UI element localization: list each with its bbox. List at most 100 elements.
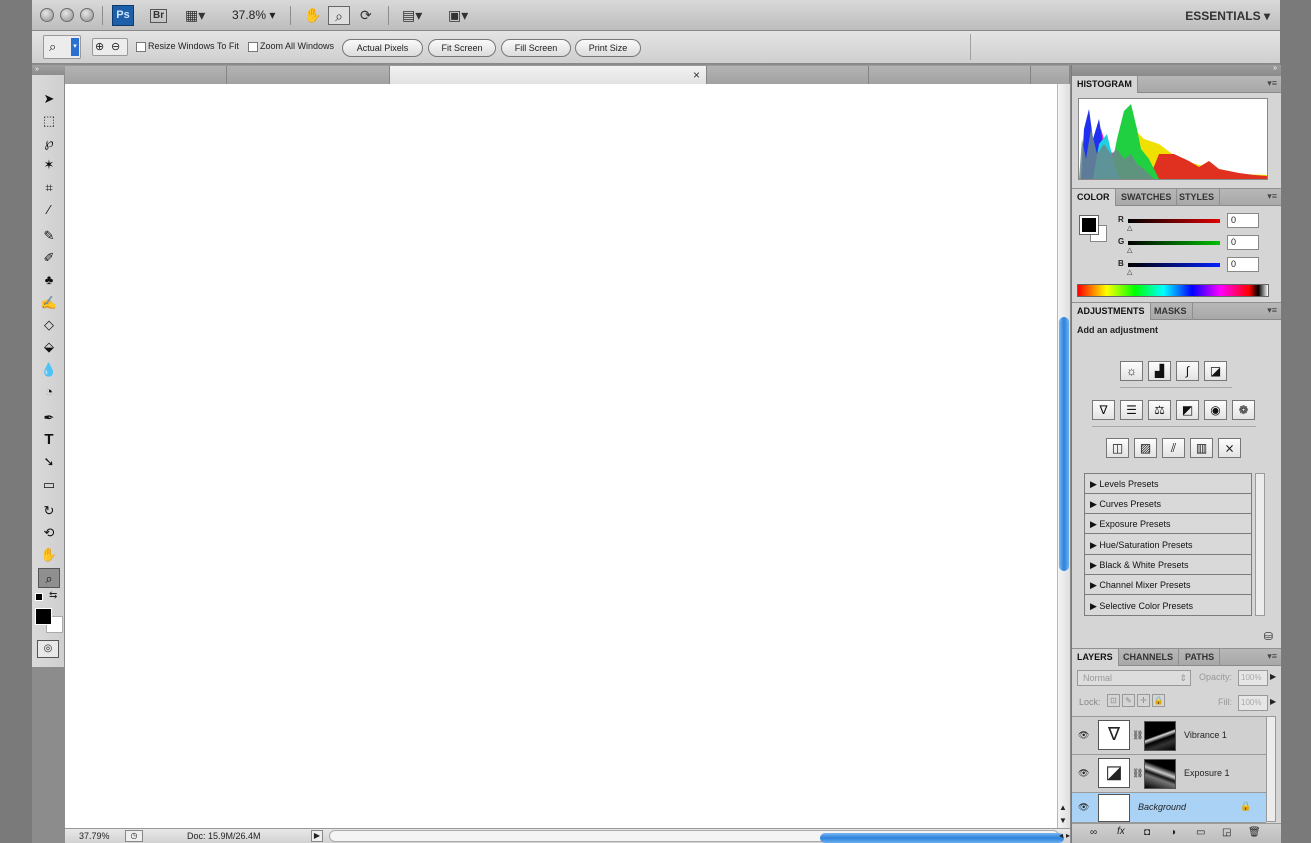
blue-value-input[interactable]: 0 (1227, 257, 1259, 272)
tab-channels[interactable]: CHANNELS (1118, 649, 1180, 666)
swap-colors-icon[interactable]: ⇆ (49, 590, 57, 601)
panel-menu-icon[interactable]: ▾≡ (1267, 651, 1277, 662)
red-slider-handle-icon[interactable]: △ (1127, 224, 1132, 232)
status-info-button[interactable]: ◷ (125, 830, 143, 842)
selective-color-button[interactable]: ⨯ (1218, 438, 1241, 458)
layer-name[interactable]: Exposure 1 (1184, 768, 1230, 778)
tab-adjustments[interactable]: ADJUSTMENTS (1072, 303, 1151, 320)
arrange-documents-button[interactable]: ▤▾ (402, 6, 422, 25)
fill-input[interactable]: 100% (1238, 695, 1268, 711)
panel-menu-icon[interactable]: ▾≡ (1267, 191, 1277, 202)
toolbox-header[interactable]: » (32, 65, 65, 75)
link-icon[interactable]: ⛓ (1132, 768, 1143, 779)
workspace-switcher[interactable]: ESSENTIALS ▾ (1185, 9, 1270, 23)
eraser-tool[interactable]: ◇ (38, 315, 60, 335)
layer-name[interactable]: Background (1138, 802, 1186, 812)
clone-stamp-tool[interactable]: ♣ (38, 270, 60, 290)
bridge-launch-button[interactable]: Br (150, 9, 168, 23)
move-tool[interactable]: ➤ (38, 89, 60, 109)
zoom-tool-button[interactable]: ⌕ (328, 6, 350, 25)
threshold-button[interactable]: ⫽ (1162, 438, 1185, 458)
red-slider[interactable] (1128, 219, 1220, 223)
document-tab[interactable] (707, 66, 869, 84)
exposure-button[interactable]: ◪ (1204, 361, 1227, 381)
actual-pixels-button[interactable]: Actual Pixels (342, 39, 423, 57)
tool-preset-picker[interactable]: ⌕ ▾ (43, 35, 81, 59)
preset-levels[interactable]: ▶ Levels Presets (1084, 474, 1251, 494)
color-balance-button[interactable]: ⚖ (1148, 400, 1171, 420)
blue-slider-handle-icon[interactable]: △ (1127, 268, 1132, 276)
hue-saturation-button[interactable]: ☰ (1120, 400, 1143, 420)
green-slider-handle-icon[interactable]: △ (1127, 246, 1132, 254)
dodge-tool[interactable]: ◔ (38, 382, 60, 402)
layer-name[interactable]: Vibrance 1 (1184, 730, 1227, 740)
dock-header[interactable]: » (1072, 65, 1281, 76)
green-slider[interactable] (1128, 241, 1220, 245)
preset-black-white[interactable]: ▶ Black & White Presets (1084, 555, 1251, 575)
black-white-button[interactable]: ◩ (1176, 400, 1199, 420)
panel-menu-icon[interactable]: ▾≡ (1267, 305, 1277, 316)
paint-bucket-tool[interactable]: ⬙ (38, 337, 60, 357)
quick-mask-button[interactable]: ◎ (37, 640, 59, 658)
fx-icon[interactable]: fx (1117, 826, 1125, 837)
print-size-button[interactable]: Print Size (575, 39, 641, 57)
add-mask-icon[interactable]: ◘ (1144, 827, 1150, 838)
new-adjustment-icon[interactable]: ◑ (1170, 827, 1176, 838)
3d-orbit-tool[interactable]: ⟲ (38, 523, 60, 543)
default-colors-icon[interactable] (35, 593, 43, 601)
collapse-icon[interactable]: » (1273, 65, 1277, 72)
preset-curves[interactable]: ▶ Curves Presets (1084, 494, 1251, 514)
fill-screen-button[interactable]: Fill Screen (501, 39, 571, 57)
blend-mode-select[interactable]: Normal ⇕ (1077, 670, 1191, 686)
foreground-color-swatch[interactable] (35, 608, 52, 625)
opacity-slider-arrow-icon[interactable]: ▶ (1270, 672, 1276, 681)
rotate-view-button[interactable]: ⟳ (360, 6, 372, 25)
resize-windows-checkbox[interactable] (136, 42, 146, 52)
link-layers-icon[interactable]: ∞ (1090, 827, 1097, 838)
layer-row[interactable]: 👁 ◪ ⛓ Exposure 1 (1072, 755, 1266, 793)
scroll-down-icon[interactable]: ▼ (1059, 816, 1067, 825)
history-brush-tool[interactable]: ✍ (38, 293, 60, 313)
new-layer-icon[interactable]: ◲ (1222, 827, 1231, 838)
lock-pixels-icon[interactable]: ✎ (1122, 694, 1135, 707)
lock-position-icon[interactable]: ✛ (1137, 694, 1150, 707)
lasso-tool[interactable]: ℘ (38, 133, 60, 153)
marquee-tool[interactable]: ⬚ (38, 111, 60, 131)
view-extras-button[interactable]: ▦▾ (185, 6, 205, 25)
close-window-button[interactable] (40, 8, 54, 22)
invert-button[interactable]: ◫ (1106, 438, 1129, 458)
foreground-color-swatch[interactable] (1079, 215, 1099, 235)
zoom-window-button[interactable] (80, 8, 94, 22)
curves-button[interactable]: ∫ (1176, 361, 1199, 381)
channel-mixer-button[interactable]: ❁ (1232, 400, 1255, 420)
blur-tool[interactable]: 💧 (38, 360, 60, 380)
type-tool[interactable]: T (38, 430, 60, 450)
vertical-scroll-thumb[interactable] (1059, 317, 1069, 571)
healing-brush-tool[interactable]: ✎ (38, 226, 60, 246)
photo-filter-button[interactable]: ◉ (1204, 400, 1227, 420)
document-tab[interactable] (869, 66, 1031, 84)
eye-icon[interactable]: 👁 (1078, 768, 1089, 779)
lock-transparency-icon[interactable]: ⊡ (1107, 694, 1120, 707)
preset-channel-mixer[interactable]: ▶ Channel Mixer Presets (1084, 575, 1251, 595)
zoom-tool[interactable]: ⌕ (38, 568, 60, 588)
layers-scrollbar[interactable] (1266, 716, 1276, 822)
tab-styles[interactable]: STYLES (1174, 189, 1221, 206)
hand-tool[interactable]: ✋ (38, 545, 60, 565)
preset-hue-saturation[interactable]: ▶ Hue/Saturation Presets (1084, 535, 1251, 555)
document-tab[interactable] (64, 66, 227, 84)
scroll-right-icon[interactable]: ▸ (1066, 831, 1070, 840)
layer-row-selected[interactable]: 👁 Background 🔒 (1072, 793, 1266, 823)
status-zoom[interactable]: 37.79% (79, 831, 110, 841)
horizontal-scrollbar[interactable] (329, 830, 1064, 843)
layer-row[interactable]: 👁 ∇ ⛓ Vibrance 1 (1072, 717, 1266, 755)
trash-icon[interactable]: 🗑 (1248, 827, 1261, 838)
document-tab-active[interactable]: × (390, 66, 707, 84)
horizontal-scroll-thumb[interactable] (820, 833, 1064, 843)
screen-mode-button[interactable]: ▣▾ (448, 6, 468, 25)
eyedropper-tool[interactable]: ⁄ (38, 200, 60, 220)
zoom-all-windows-checkbox[interactable] (248, 42, 258, 52)
color-spectrum-ramp[interactable] (1077, 284, 1269, 297)
document-canvas[interactable] (65, 84, 1058, 828)
zoom-level-menu[interactable]: 37.8% ▾ (232, 8, 275, 22)
